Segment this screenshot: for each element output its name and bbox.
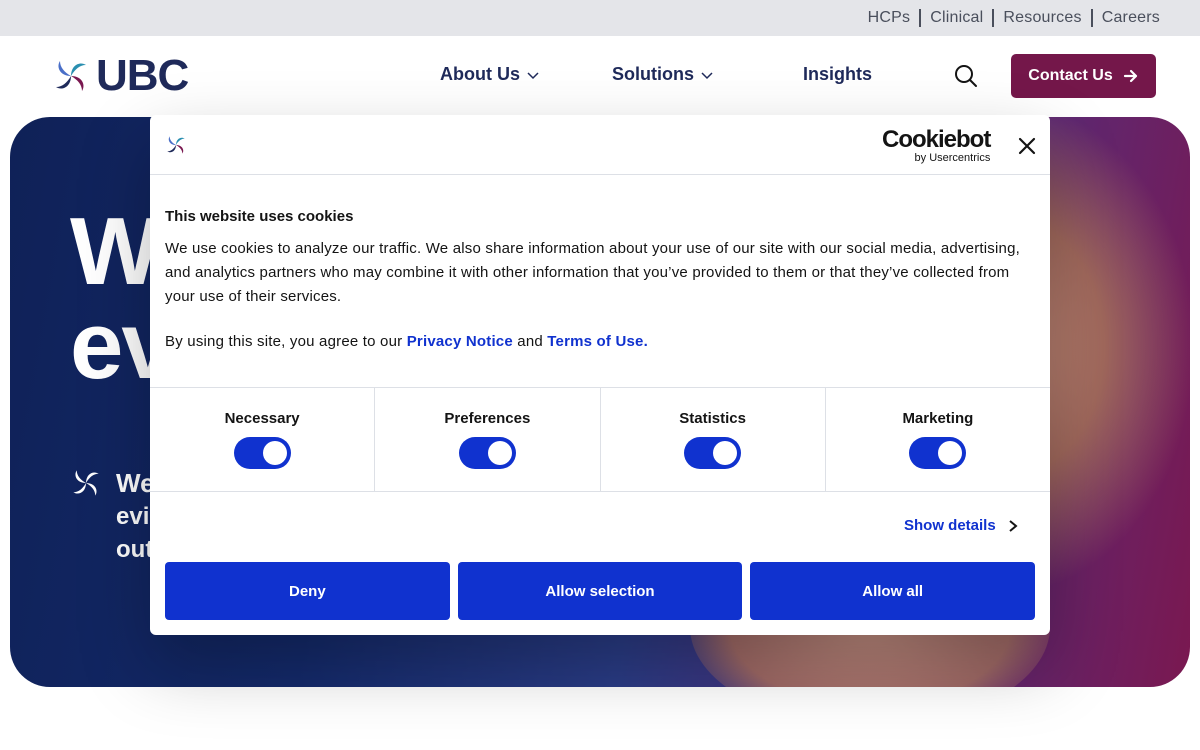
divider [919,9,922,27]
toggle-preferences[interactable] [458,437,516,469]
toggle-cell-marketing: Marketing [826,388,1050,491]
page-content-area [0,690,1200,750]
site-swirl-icon [167,136,185,154]
utility-link-resources[interactable]: Resources [1003,9,1081,27]
toggle-necessary[interactable] [233,437,291,469]
toggle-marketing[interactable] [909,437,967,469]
terms-of-use-link[interactable]: Terms of Use. [547,333,648,350]
toggle-knob [713,441,738,465]
consent-toggles: Necessary Preferences Statistics Marketi… [150,387,1050,492]
chevron-down-icon [527,71,539,79]
toggle-cell-statistics: Statistics [601,388,826,491]
nav-solutions-label: Solutions [612,64,694,84]
toggle-knob [487,441,512,465]
chevron-right-icon [1009,519,1018,532]
chevron-down-icon [701,71,713,79]
toggle-label-marketing: Marketing [902,410,974,427]
hero-subheadline: We evi out [116,467,155,566]
search-button[interactable] [953,63,979,89]
divider [992,9,995,27]
dialog-actions: Deny Allow selection Allow all [165,562,1036,620]
cookiebot-byline: by Usercentrics [914,152,991,164]
logo-text: UBC [96,51,189,100]
ubc-swirl-icon [73,470,99,496]
nav-about-us[interactable]: About Us [440,64,540,85]
contact-us-button[interactable]: Contact Us [1011,54,1156,98]
toggle-label-necessary: Necessary [224,410,300,427]
allow-all-button[interactable]: Allow all [750,562,1036,620]
utility-link-careers[interactable]: Careers [1102,9,1160,27]
dialog-title: This website uses cookies [165,208,354,225]
cookie-consent-dialog: Cookiebot by Usercentrics This website u… [150,115,1050,635]
hero-sub-line2: evi [116,503,150,530]
ubc-swirl-icon [56,61,86,91]
dialog-header: Cookiebot by Usercentrics [150,115,1050,175]
divider [1090,9,1093,27]
site-logo[interactable]: UBC [52,51,189,100]
utility-link-hcps[interactable]: HCPs [868,9,911,27]
arrow-right-icon [1123,69,1137,83]
show-details-label: Show details [904,517,996,534]
toggle-cell-necessary: Necessary [150,388,376,491]
toggle-cell-preferences: Preferences [375,388,601,491]
utility-link-clinical[interactable]: Clinical [930,9,983,27]
cookiebot-brand: Cookiebot [882,126,991,153]
contact-label: Contact Us [1028,67,1113,84]
utility-nav: HCPs Clinical Resources Careers [0,0,1200,36]
deny-button[interactable]: Deny [165,562,450,620]
consent-prefix: By using this site, you agree to our [165,333,407,350]
dialog-body-text: We use cookies to analyze our traffic. W… [165,240,1020,305]
hero-sub-line3: out [116,536,154,563]
toggle-label-preferences: Preferences [444,410,531,427]
nav-about-label: About Us [440,64,520,84]
hero-sub-line1: We [116,468,155,498]
toggle-knob [938,441,963,465]
show-details-link[interactable]: Show details [904,517,1018,534]
consent-statement: By using this site, you agree to our Pri… [165,333,648,350]
search-icon [955,65,977,87]
privacy-notice-link[interactable]: Privacy Notice [407,333,513,350]
close-icon [1018,137,1036,155]
toggle-label-statistics: Statistics [679,410,746,427]
cookiebot-logo[interactable]: Cookiebot by Usercentrics [882,126,991,165]
close-dialog-button[interactable] [1016,135,1038,157]
toggle-knob [262,441,287,465]
nav-insights[interactable]: Insights [803,64,872,85]
site-header: UBC About Us Solutions Insights Contact … [0,36,1200,116]
allow-selection-button[interactable]: Allow selection [457,562,743,620]
toggle-statistics[interactable] [684,437,742,469]
consent-and: and [512,333,548,350]
nav-solutions[interactable]: Solutions [612,64,714,85]
nav-insights-label: Insights [803,64,873,84]
